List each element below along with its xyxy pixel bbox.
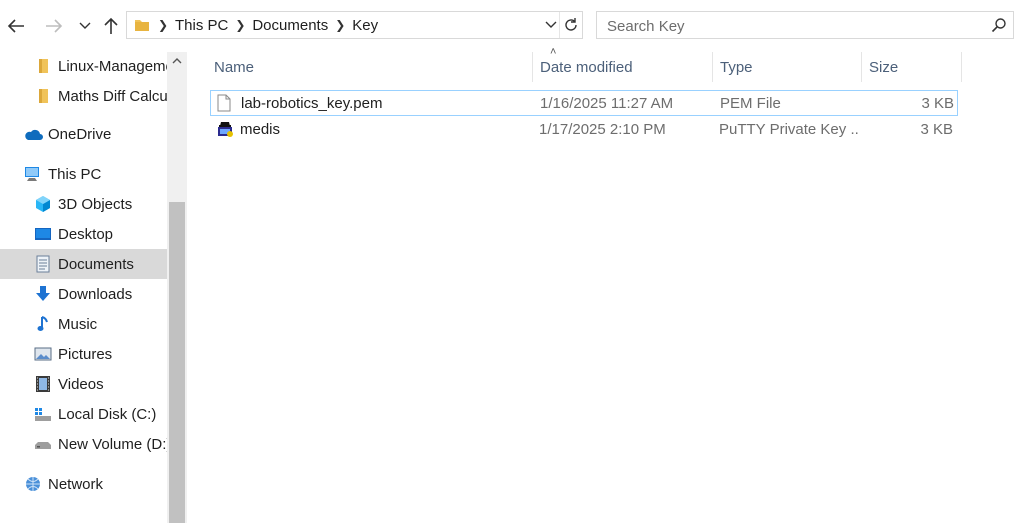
- back-button[interactable]: [4, 10, 28, 42]
- sidebar-item-label: Linux-Manageme: [58, 57, 174, 75]
- document-icon: [33, 254, 53, 274]
- sidebar-item-network[interactable]: Network: [0, 469, 187, 499]
- sidebar-item-label: This PC: [48, 165, 102, 183]
- forward-button[interactable]: [42, 10, 66, 42]
- computer-icon: [23, 164, 43, 184]
- sidebar-item-linux-management[interactable]: Linux-Manageme: [0, 52, 187, 81]
- chevron-right-icon: ❯: [157, 18, 169, 32]
- sidebar-item-new-volume-d[interactable]: New Volume (D:): [0, 429, 187, 459]
- chevron-up-icon: [172, 58, 182, 64]
- column-header-name[interactable]: Name: [207, 52, 533, 82]
- sidebar-item-local-disk-c[interactable]: Local Disk (C:): [0, 399, 187, 429]
- file-row-medis[interactable]: medis 1/17/2025 2:10 PM PuTTY Private Ke…: [210, 117, 958, 143]
- file-name: medis: [240, 120, 281, 138]
- arrow-up-icon: [104, 17, 118, 34]
- address-history-dropdown[interactable]: [542, 12, 560, 38]
- column-header-type[interactable]: Type: [713, 52, 862, 82]
- download-icon: [33, 284, 53, 304]
- file-row-lab-robotics-key[interactable]: lab-robotics_key.pem 1/16/2025 11:27 AM …: [210, 90, 958, 116]
- sidebar-scrollbar[interactable]: [167, 52, 187, 523]
- file-name: lab-robotics_key.pem: [241, 94, 383, 112]
- scrollbar-thumb[interactable]: [169, 202, 185, 523]
- search-icon[interactable]: [991, 17, 1007, 36]
- column-header-date-modified[interactable]: Date modified: [533, 52, 713, 82]
- sidebar-item-music[interactable]: Music: [0, 309, 187, 339]
- column-header-row: Name Date modified Type Size: [188, 52, 1014, 82]
- file-size: 3 KB: [920, 120, 953, 138]
- sidebar-item-label: Documents: [58, 255, 134, 273]
- arrow-left-icon: [7, 19, 24, 33]
- recent-locations-button[interactable]: [74, 10, 96, 42]
- refresh-icon: [565, 18, 577, 31]
- navigation-pane: Linux-Manageme Maths Diff Calcu OneDrive…: [0, 52, 187, 523]
- chevron-right-icon: ❯: [235, 18, 246, 32]
- chevron-down-icon: [79, 22, 91, 29]
- file-icon: [217, 91, 239, 115]
- address-bar[interactable]: ❯ This PC ❯ Documents ❯ Key: [126, 11, 583, 39]
- sidebar-item-label: Maths Diff Calcu: [58, 87, 168, 105]
- sidebar-item-documents[interactable]: Documents: [0, 249, 187, 279]
- folder-icon: [33, 86, 53, 106]
- search-input[interactable]: [605, 14, 979, 38]
- breadcrumb-this-pc[interactable]: This PC: [173, 17, 230, 34]
- sidebar-item-downloads[interactable]: Downloads: [0, 279, 187, 309]
- column-header-size[interactable]: Size: [862, 52, 962, 82]
- file-list: ˄ Name Date modified Type Size lab-robot…: [188, 46, 1014, 523]
- network-icon: [23, 474, 43, 494]
- chevron-right-icon: ❯: [335, 18, 346, 32]
- sidebar-item-label: OneDrive: [48, 125, 112, 143]
- music-note-icon: [33, 314, 53, 334]
- drive-icon: [33, 434, 53, 454]
- sidebar-item-desktop[interactable]: Desktop: [0, 219, 187, 249]
- sidebar-item-label: New Volume (D:): [58, 435, 172, 453]
- scroll-up-button[interactable]: [167, 52, 187, 70]
- chevron-down-icon: [545, 21, 557, 28]
- film-icon: [33, 374, 53, 394]
- search-box[interactable]: [596, 11, 1014, 39]
- breadcrumb-key[interactable]: Key: [350, 17, 380, 34]
- sidebar-item-label: Downloads: [58, 285, 133, 303]
- putty-key-icon: [216, 117, 238, 141]
- desktop-icon: [33, 224, 53, 244]
- file-type: PuTTY Private Key ...: [719, 120, 859, 138]
- file-type: PEM File: [720, 94, 781, 112]
- refresh-button[interactable]: [559, 12, 582, 38]
- sidebar-item-this-pc[interactable]: This PC: [0, 159, 187, 189]
- sidebar-item-maths-diff-calculus[interactable]: Maths Diff Calcu: [0, 81, 187, 111]
- sidebar-item-label: Desktop: [58, 225, 114, 243]
- sidebar-item-label: Music: [58, 315, 98, 333]
- folder-icon: [131, 12, 153, 38]
- picture-icon: [33, 344, 53, 364]
- file-date-modified: 1/16/2025 11:27 AM: [540, 94, 674, 112]
- sidebar-item-label: Network: [48, 475, 104, 493]
- cube-icon: [33, 194, 53, 214]
- arrow-right-icon: [46, 19, 63, 33]
- drive-icon: [33, 404, 53, 424]
- cloud-icon: [23, 124, 43, 144]
- file-size: 3 KB: [921, 94, 954, 112]
- sidebar-item-label: 3D Objects: [58, 195, 133, 213]
- sidebar-item-label: Pictures: [58, 345, 113, 363]
- sidebar-item-onedrive[interactable]: OneDrive: [0, 119, 187, 149]
- address-toolbar: ❯ This PC ❯ Documents ❯ Key: [0, 0, 1014, 52]
- sidebar-item-label: Videos: [58, 375, 104, 393]
- sidebar-item-3d-objects[interactable]: 3D Objects: [0, 189, 187, 219]
- sidebar-item-videos[interactable]: Videos: [0, 369, 187, 399]
- sidebar-item-label: Local Disk (C:): [58, 405, 157, 423]
- breadcrumb-documents[interactable]: Documents: [250, 17, 330, 34]
- sidebar-item-pictures[interactable]: Pictures: [0, 339, 187, 369]
- folder-icon: [33, 56, 53, 76]
- file-date-modified: 1/17/2025 2:10 PM: [539, 120, 666, 138]
- up-button[interactable]: [99, 10, 123, 42]
